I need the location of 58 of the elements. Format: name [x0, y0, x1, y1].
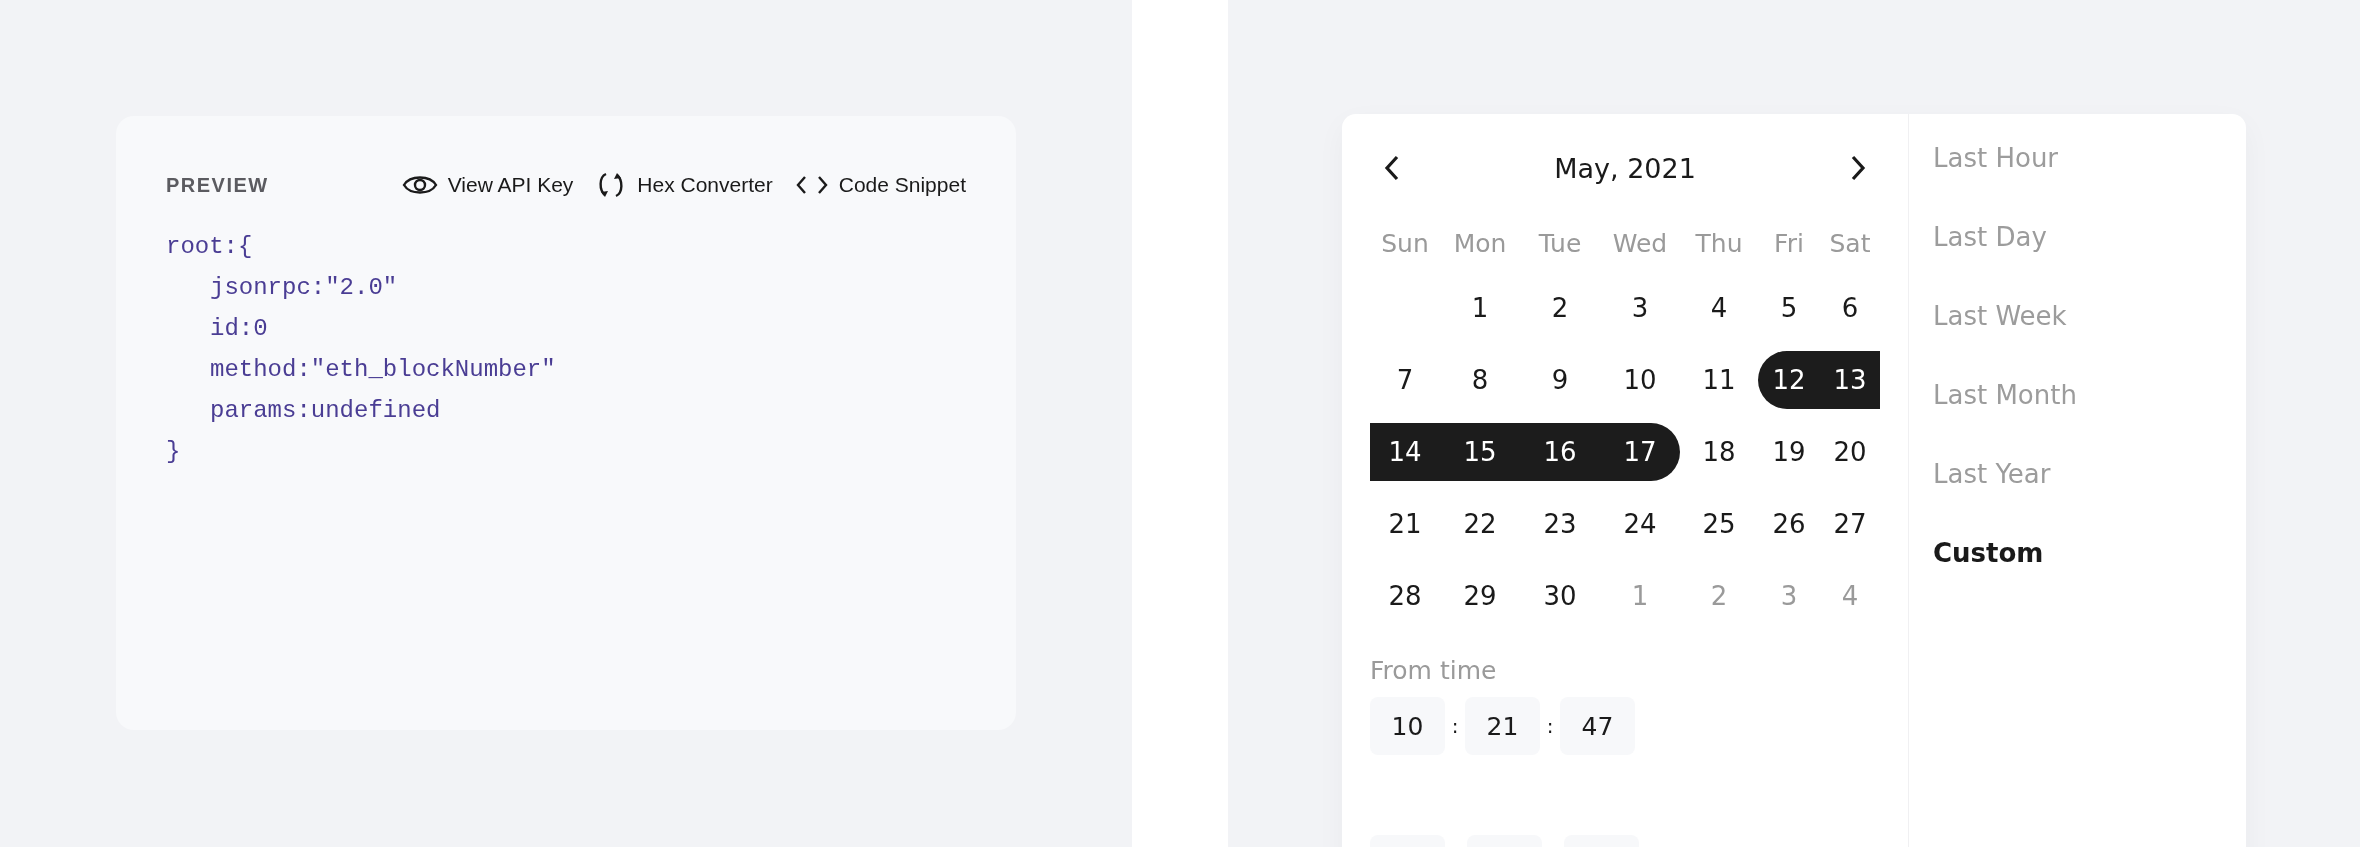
weekday-label: Fri	[1773, 228, 1805, 260]
minutes-field[interactable]: 21	[1465, 697, 1540, 755]
calendar-day[interactable]: 19	[1758, 423, 1820, 481]
calendar-day[interactable]: 21	[1370, 495, 1440, 553]
toolbar-link[interactable]: Code Snippet	[794, 170, 966, 200]
calendar-day[interactable]: 8	[1440, 351, 1520, 409]
calendar-day[interactable]: 7	[1370, 351, 1440, 409]
calendar-day[interactable]: 6	[1820, 279, 1880, 337]
calendar-day[interactable]: 3	[1600, 279, 1680, 337]
calendar-day[interactable]: 27	[1820, 495, 1880, 553]
calendar-day[interactable]: 5	[1758, 279, 1820, 337]
calendar-day[interactable]: 10	[1600, 351, 1680, 409]
calendar-day[interactable]: 9	[1520, 351, 1600, 409]
toolbar-link[interactable]: Hex Converter	[595, 170, 773, 200]
range-option[interactable]: Custom	[1933, 513, 2077, 592]
calendar-day[interactable]: 15	[1440, 423, 1520, 481]
calendar-day[interactable]: 28	[1370, 567, 1440, 625]
weekday-label: Wed	[1611, 228, 1669, 260]
calendar-day[interactable]: 17	[1600, 423, 1680, 481]
calendar-day[interactable]: 25	[1680, 495, 1758, 553]
code-line: params:undefined	[210, 397, 441, 424]
calendar-day[interactable]: 18	[1680, 423, 1758, 481]
weekday-label: Sun	[1380, 228, 1430, 260]
calendar-day[interactable]: 12	[1758, 351, 1820, 409]
calendar-day[interactable]: 14	[1370, 423, 1440, 481]
calendar-day[interactable]: 23	[1520, 495, 1600, 553]
time-separator: :	[1545, 714, 1555, 738]
code-line: root:{	[166, 233, 253, 260]
calendar-day[interactable]: 29	[1440, 567, 1520, 625]
weekday-label: Thu	[1694, 228, 1744, 260]
calendar-day[interactable]: 30	[1520, 567, 1600, 625]
code-line: id:0	[210, 315, 268, 342]
toolbar-link[interactable]: View API Key	[401, 170, 574, 200]
code-line: method:"eth_blockNumber"	[210, 356, 556, 383]
calendar-day[interactable]: 1	[1440, 279, 1520, 337]
seconds-field[interactable]: 47	[1560, 697, 1635, 755]
from-time-label: From time	[1370, 656, 1498, 685]
calendar-day[interactable]: 20	[1820, 423, 1880, 481]
calendar-day[interactable]: 24	[1600, 495, 1680, 553]
preview-title: PREVIEW	[166, 173, 269, 197]
calendar-day[interactable]: 26	[1758, 495, 1820, 553]
time-separator: :	[1450, 714, 1460, 738]
weekday-label: Sat	[1828, 228, 1872, 260]
calendar-day[interactable]: 22	[1440, 495, 1520, 553]
hours-field[interactable]: 10	[1370, 697, 1445, 755]
calendar-day[interactable]: 13	[1820, 351, 1880, 409]
weekday-label: Tue	[1537, 228, 1583, 260]
calendar-day[interactable]: 2	[1520, 279, 1600, 337]
calendar-day[interactable]: 4	[1680, 279, 1758, 337]
code-line: }	[166, 438, 181, 465]
chevron-left-icon	[1384, 155, 1400, 181]
calendar-day[interactable]: 11	[1680, 351, 1758, 409]
chevron-right-icon	[1850, 155, 1866, 181]
code-line: jsonrpc:"2.0"	[210, 274, 398, 301]
month-title: May, 2021	[1554, 152, 1696, 184]
weekday-label: Mon	[1452, 228, 1508, 260]
eye-icon	[401, 173, 438, 197]
calendar-day[interactable]: 16	[1520, 423, 1600, 481]
